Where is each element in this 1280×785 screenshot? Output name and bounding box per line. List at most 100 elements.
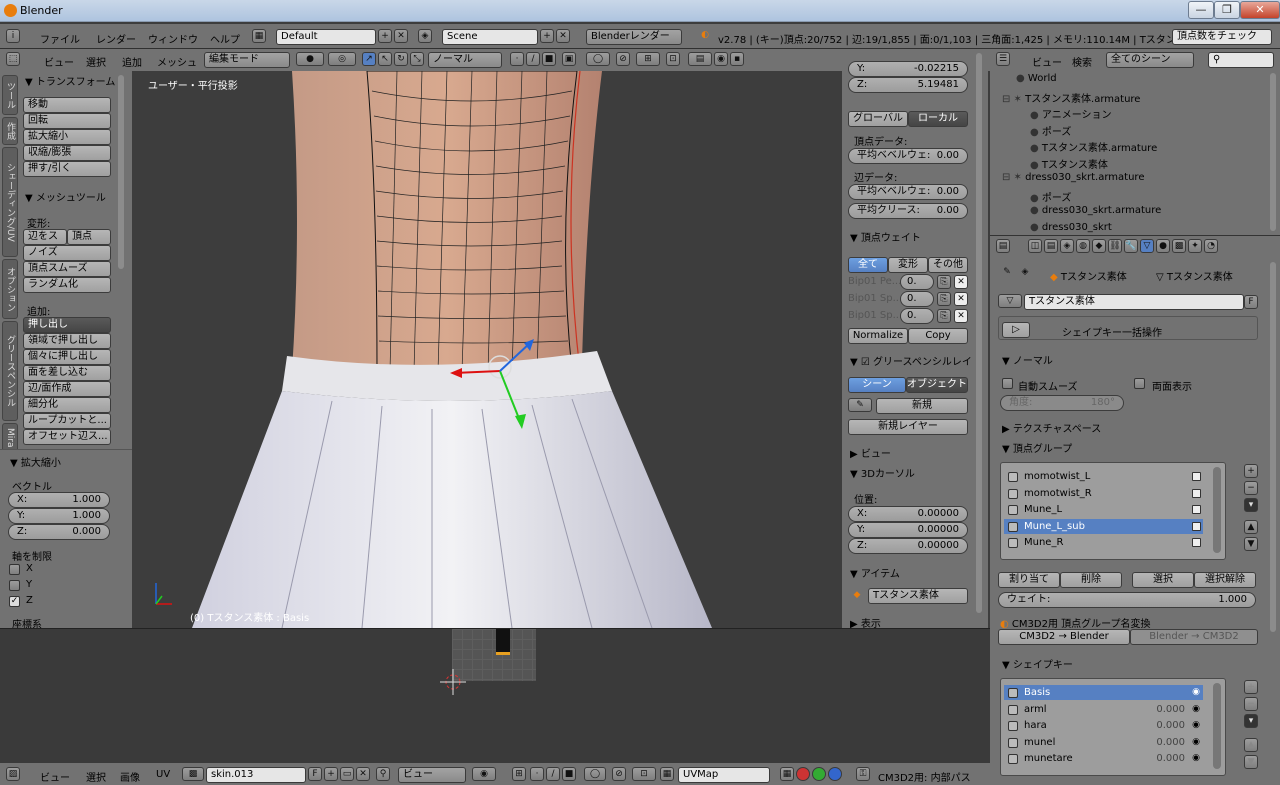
global-button[interactable]: グローバル [848, 111, 908, 127]
select-button[interactable]: 選択 [1132, 572, 1194, 588]
lock-icon[interactable] [1192, 472, 1201, 481]
vertex-group-list-scrollbar[interactable] [1213, 467, 1221, 553]
physics-tab-icon[interactable]: ◔ [1204, 239, 1218, 253]
constraints-tab-icon[interactable]: ⛓ [1108, 239, 1122, 253]
vertex-group-specials-icon[interactable]: ▾ [1244, 498, 1258, 512]
constraint-y-checkbox[interactable] [9, 580, 20, 591]
inset-faces-button[interactable]: 面を差し込む [23, 365, 111, 381]
mode-select[interactable]: 編集モード [204, 52, 290, 68]
outliner-menu-view[interactable]: ビュー [1032, 54, 1062, 69]
vertex-group-item[interactable]: momotwist_L [1004, 469, 1203, 484]
blue-channel-icon[interactable] [828, 767, 842, 781]
uv-view-mode-select[interactable]: ビュー [398, 767, 466, 783]
menu-add[interactable]: 追加 [122, 54, 142, 69]
world-tab-icon[interactable]: ◍ [1076, 239, 1090, 253]
item-panel-header[interactable]: ▼ アイテム [850, 565, 900, 580]
vertex-group-item[interactable]: Mune_L_sub [1004, 518, 1203, 534]
cursor-x-field[interactable]: X: 0.00000 [848, 506, 968, 522]
vector-x-field[interactable]: X: 1.000 [8, 492, 110, 508]
texture-tab-icon[interactable]: ▩ [1172, 239, 1186, 253]
editor-type-icon[interactable]: ▨ [6, 767, 20, 781]
move-shape-down-icon[interactable]: ▼ [1244, 755, 1258, 769]
slide-edge-button[interactable]: 辺をス [23, 229, 67, 245]
shape-key-item[interactable]: munetare 0.000 ◉ [1004, 751, 1203, 766]
menu-mesh[interactable]: メッシュ [157, 54, 197, 69]
outliner-search-input[interactable]: ⚲ [1208, 52, 1274, 68]
mesh-browse-icon[interactable]: ▽ [998, 294, 1022, 308]
normalize-button[interactable]: Normalize [848, 328, 908, 344]
data-tab-icon[interactable]: ▽ [1140, 239, 1154, 253]
vertex-group-item[interactable]: Mune_R [1004, 535, 1203, 550]
tab-tools[interactable]: ツール [2, 75, 18, 115]
outliner-row[interactable]: ● ポーズ [1030, 189, 1071, 205]
scene-icon[interactable]: ◈ [418, 29, 432, 43]
extrude-region-button[interactable]: 領域で押し出し [23, 333, 111, 349]
translate-button[interactable]: 移動 [23, 97, 111, 113]
uv-snap-icon[interactable]: ⊘ [612, 767, 626, 781]
editor-type-icon[interactable]: ☰ [996, 52, 1010, 66]
item-name-field[interactable]: Tスタンス素体 [868, 588, 968, 604]
constraint-z-checkbox[interactable]: ✓ [9, 596, 20, 607]
shape-key-list[interactable]: Basis ◉ arml 0.000 ◉ hara 0.000 ◉ munel 0.000 ◉ mun… [1000, 678, 1226, 776]
shape-key-value[interactable]: 0.000 [1156, 735, 1185, 750]
tab-create[interactable]: 作成 [2, 117, 18, 145]
layout-field[interactable]: Default [276, 29, 376, 45]
image-name-field[interactable]: skin.013 [206, 767, 306, 783]
uv-snap-element-icon[interactable]: ⊡ [632, 767, 656, 781]
smooth-vertex-button[interactable]: 頂点スムーズ [23, 261, 111, 277]
mesh-tools-panel-header[interactable]: ▼ メッシュツール [25, 189, 106, 204]
menu-file[interactable]: ファイル [40, 31, 80, 46]
image-new-icon[interactable]: + [324, 767, 338, 781]
extrude-individual-button[interactable]: 個々に押し出し [23, 349, 111, 365]
cursor-y-field[interactable]: Y: 0.00000 [848, 522, 968, 538]
uv-editor[interactable] [0, 628, 990, 763]
menu-help[interactable]: ヘルプ [210, 31, 240, 46]
location-y-field[interactable]: Y: -0.02215 [848, 61, 968, 77]
shading-icon[interactable]: ● [296, 52, 324, 66]
vw-row-value[interactable]: 0. [900, 308, 934, 324]
menu-select[interactable]: 選択 [86, 54, 106, 69]
snap-target-icon[interactable]: ⊡ [666, 52, 680, 66]
vector-z-field[interactable]: Z: 0.000 [8, 524, 110, 540]
add-vertex-group-icon[interactable]: + [1244, 464, 1258, 478]
outliner-row[interactable]: ● Tスタンス素体 [1030, 156, 1108, 172]
npanel-scrollbar[interactable] [976, 53, 982, 613]
shrink-fatten-button[interactable]: 収縮/膨張 [23, 145, 111, 161]
material-tab-icon[interactable]: ● [1156, 239, 1170, 253]
subdivide-button[interactable]: 細分化 [23, 397, 111, 413]
vertex-group-item[interactable]: momotwist_R [1004, 486, 1203, 501]
offset-edge-button[interactable]: オフセット辺ス... [23, 429, 111, 445]
pivot-icon[interactable]: ◎ [328, 52, 356, 66]
paste-weight-icon[interactable]: ⎘ [937, 309, 951, 323]
shape-key-specials-icon[interactable]: ▾ [1244, 714, 1258, 728]
vertex-weights-panel-header[interactable]: ▼ 頂点ウェイト [850, 229, 921, 244]
menu-render[interactable]: レンダー [96, 31, 136, 46]
deselect-button[interactable]: 選択解除 [1194, 572, 1256, 588]
blender-to-cm3d2-button[interactable]: Blender → CM3D2 [1130, 629, 1258, 645]
push-pull-button[interactable]: 押す/引く [23, 161, 111, 177]
menu-window[interactable]: ウィンドウ [148, 31, 198, 46]
rotate-icon[interactable]: ↻ [394, 52, 408, 66]
pin-icon[interactable]: ⚲ [376, 767, 390, 781]
render-tab-icon[interactable]: ◫ [1028, 239, 1042, 253]
uv-edge-icon[interactable]: / [546, 767, 560, 781]
outliner-display-select[interactable]: 全てのシーン [1106, 52, 1194, 68]
shape-key-value[interactable]: 0.000 [1156, 718, 1185, 733]
assign-button[interactable]: 割り当て [998, 572, 1060, 588]
shape-key-value[interactable]: 0.000 [1156, 702, 1185, 717]
vw-row-value[interactable]: 0. [900, 291, 934, 307]
paste-weight-icon[interactable]: ⎘ [937, 292, 951, 306]
render-engine-select[interactable]: Blenderレンダー [586, 29, 682, 45]
outliner-row[interactable]: ● ポーズ [1030, 123, 1071, 139]
tab-grease-pencil[interactable]: グリースペンシル [2, 321, 18, 421]
image-unlink-icon[interactable]: ✕ [356, 767, 370, 781]
scale-icon[interactable]: ⤡ [410, 52, 424, 66]
remove-weight-icon[interactable]: ✕ [954, 309, 968, 323]
vertex-select-icon[interactable]: · [510, 52, 524, 66]
cursor-panel-header[interactable]: ▼ 3Dカーソル [850, 465, 915, 480]
lock-icon[interactable] [1192, 521, 1201, 531]
outliner-menu-search[interactable]: 検索 [1072, 54, 1092, 69]
particles-tab-icon[interactable]: ✦ [1188, 239, 1202, 253]
uv-menu-image[interactable]: 画像 [120, 769, 140, 784]
view-panel-header[interactable]: ▶ ビュー [850, 445, 891, 460]
